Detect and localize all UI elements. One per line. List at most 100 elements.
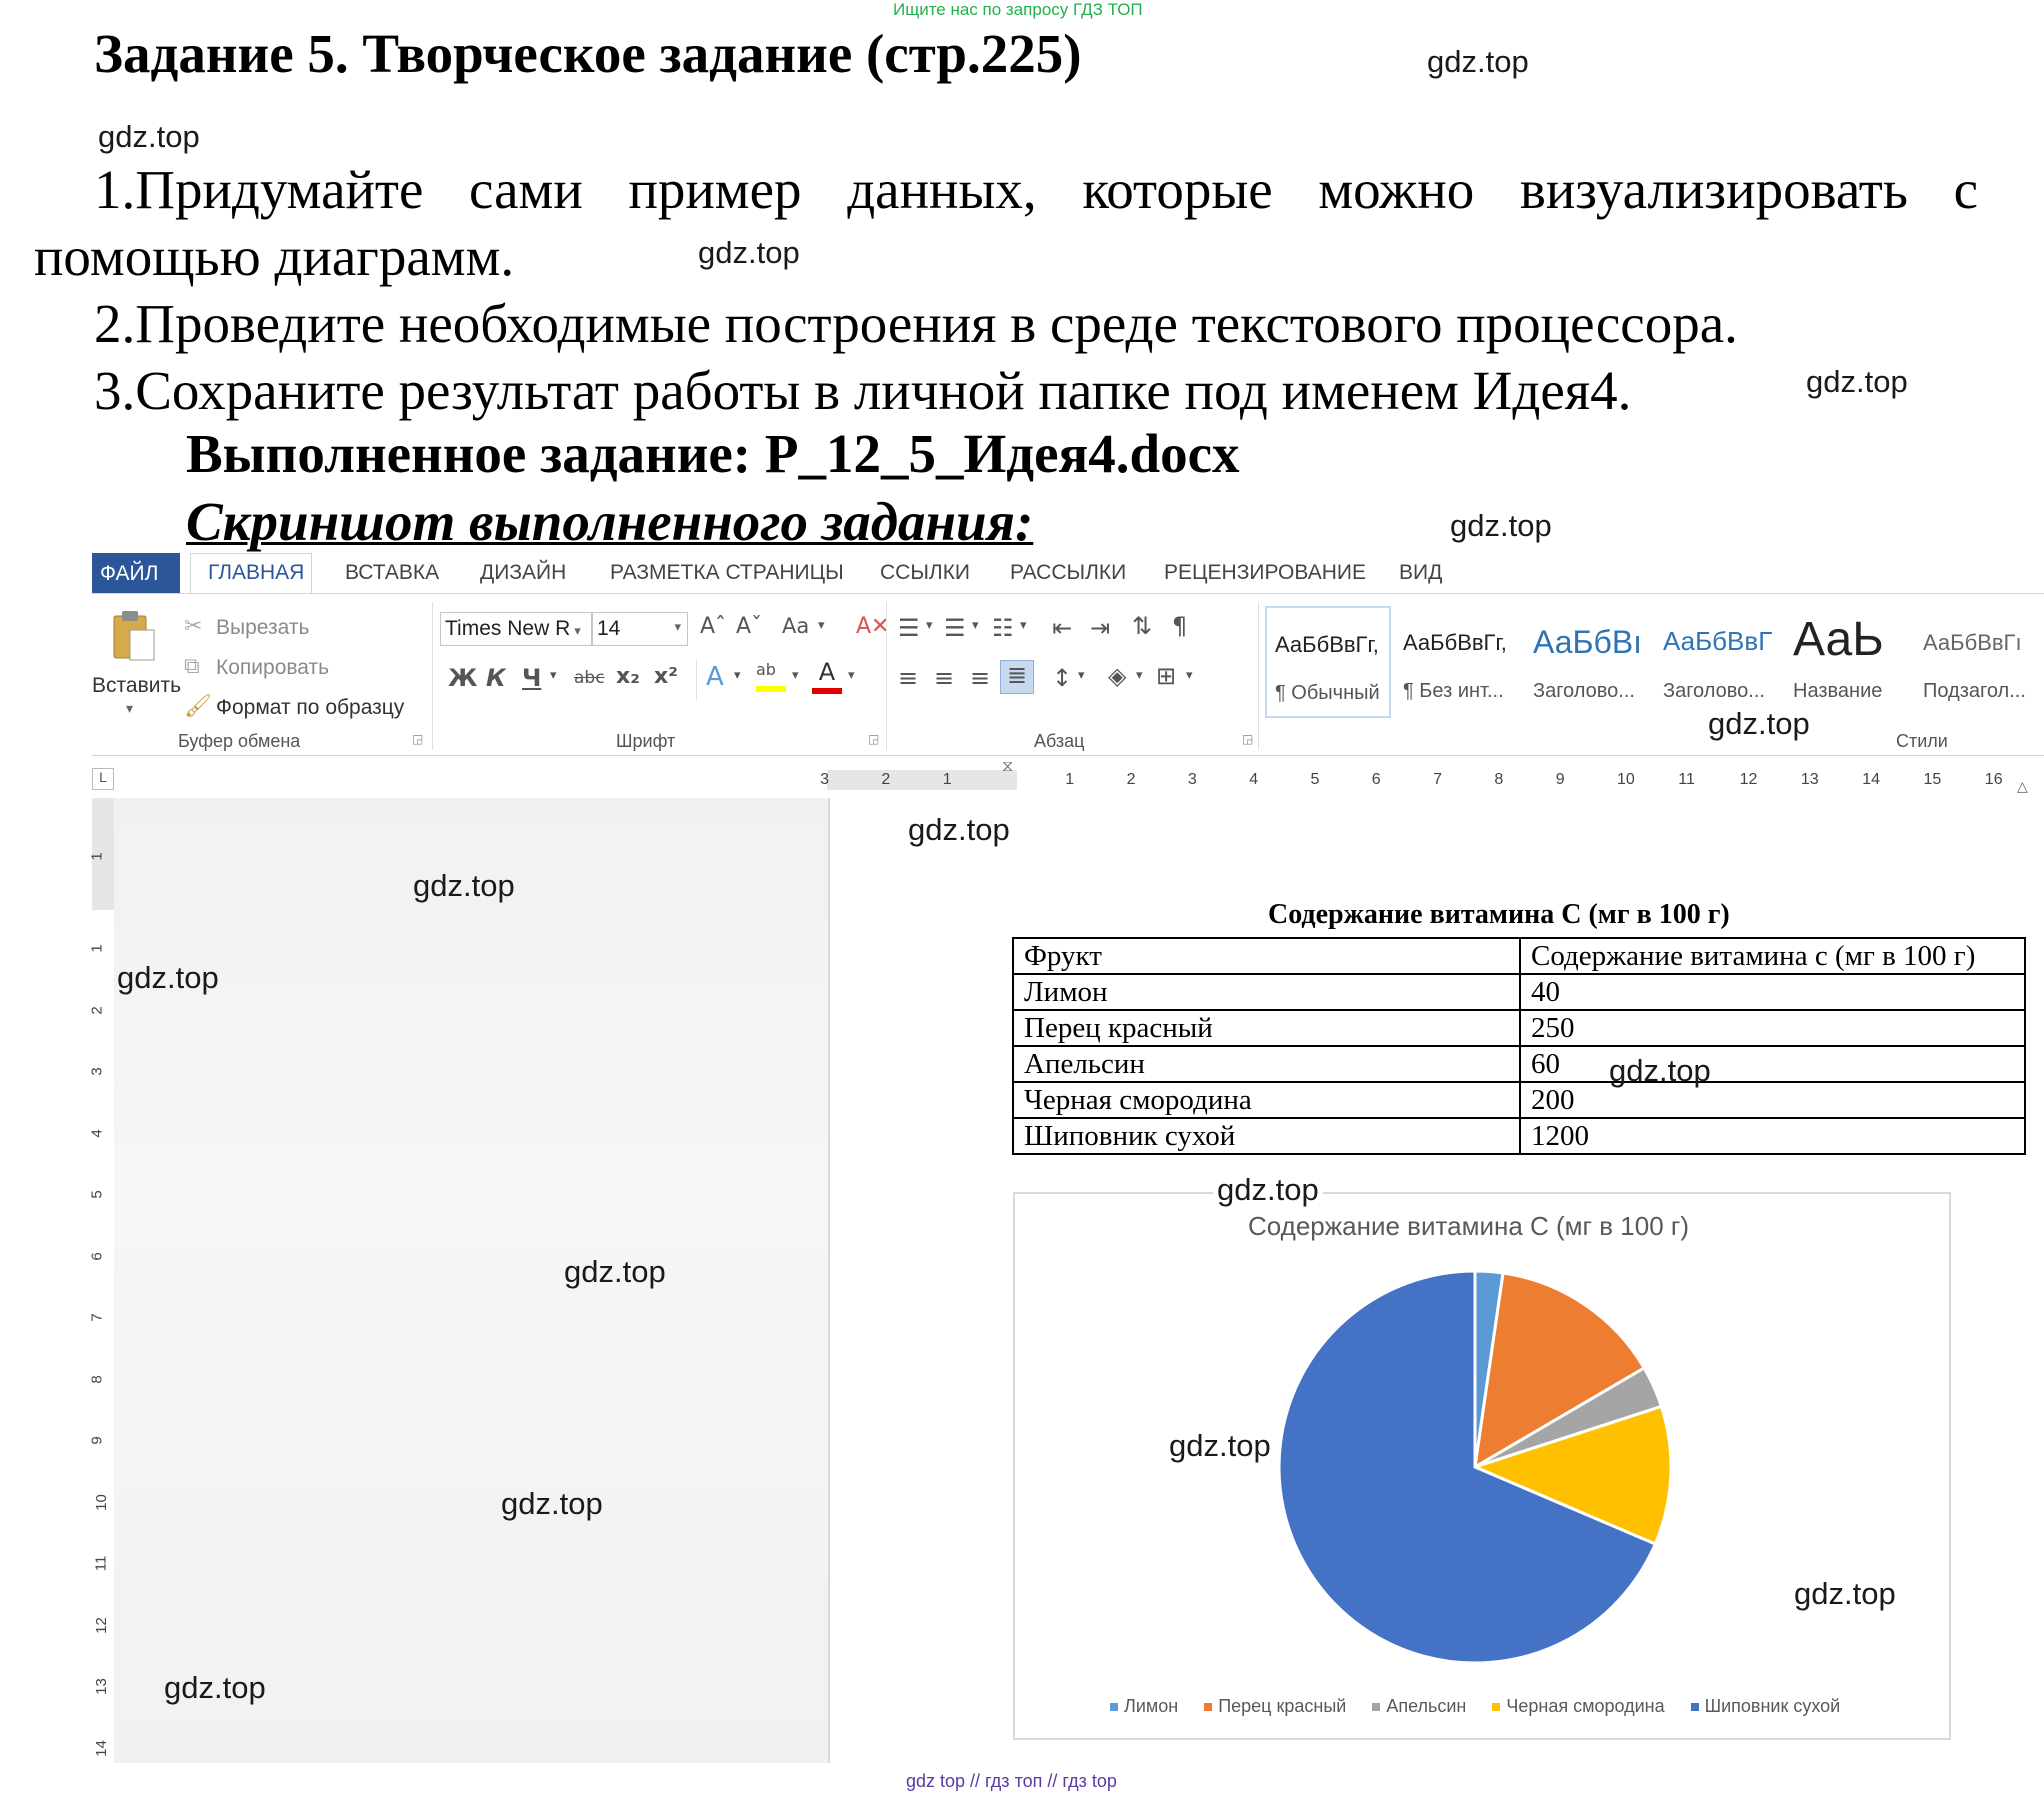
paragraph-launcher-icon[interactable]: ◲ bbox=[1242, 732, 1253, 746]
chevron-down-icon[interactable]: ▾ bbox=[1020, 618, 1027, 633]
tab-references[interactable]: ССЫЛКИ bbox=[880, 561, 970, 585]
ruler-number: 9 bbox=[1555, 771, 1565, 788]
legend-item: Апельсин bbox=[1372, 1696, 1466, 1716]
chevron-down-icon: ▾ bbox=[574, 623, 581, 638]
vertical-ruler[interactable]: 1 1 2 3 4 5 6 7 8 9 10 11 12 13 14 bbox=[88, 798, 114, 1763]
ruler-number: 11 bbox=[92, 1555, 110, 1572]
text-effects-icon[interactable]: A bbox=[706, 662, 724, 692]
chevron-down-icon[interactable]: ▾ bbox=[972, 618, 979, 633]
multilevel-list-icon[interactable]: ☷ bbox=[992, 614, 1014, 642]
italic-button[interactable]: К bbox=[486, 664, 506, 692]
table-cell: 1200 bbox=[1519, 1117, 2026, 1155]
style-heading-2[interactable]: АаБбВвГ Заголово... bbox=[1655, 606, 1781, 718]
format-painter-button[interactable]: Формат по образцу bbox=[216, 696, 404, 720]
indent-marker-icon[interactable]: ⧖ bbox=[1002, 758, 1013, 776]
font-size-select[interactable]: 14 ▾ bbox=[592, 612, 688, 646]
watermark: gdz.top bbox=[164, 1670, 266, 1705]
tab-view[interactable]: ВИД bbox=[1399, 561, 1442, 585]
paste-button[interactable]: Вставить bbox=[92, 674, 181, 698]
increase-indent-icon[interactable]: ⇥ bbox=[1090, 614, 1110, 642]
tab-review[interactable]: РЕЦЕНЗИРОВАНИЕ bbox=[1164, 561, 1366, 585]
right-indent-icon[interactable]: △ bbox=[2017, 778, 2028, 795]
strikethrough-button[interactable]: abc bbox=[574, 668, 605, 688]
format-painter-icon[interactable]: 🖌 bbox=[184, 694, 212, 719]
ruler-number: 10 bbox=[92, 1493, 110, 1511]
watermark: gdz.top bbox=[1450, 508, 1552, 543]
table-row: Черная смородина 200 bbox=[1012, 1081, 2026, 1119]
tab-layout[interactable]: РАЗМЕТКА СТРАНИЦЫ bbox=[610, 561, 844, 585]
shrink-font-icon[interactable]: Aˇ bbox=[736, 614, 762, 639]
tab-selector-icon[interactable]: L bbox=[92, 768, 114, 790]
grow-font-icon[interactable]: Aˆ bbox=[700, 614, 726, 639]
font-size-value: 14 bbox=[597, 617, 621, 640]
underline-button[interactable]: Ч bbox=[522, 664, 541, 692]
watermark: gdz.top bbox=[98, 119, 200, 154]
sort-icon[interactable]: ⇅ bbox=[1132, 612, 1152, 640]
legend-item: Шиповник сухой bbox=[1690, 1696, 1840, 1716]
pilcrow-icon[interactable]: ¶ bbox=[1172, 612, 1187, 640]
superscript-button[interactable]: x² bbox=[654, 664, 678, 689]
font-color-icon[interactable]: A bbox=[812, 658, 842, 694]
table-row: Перец красный 250 bbox=[1012, 1009, 2026, 1047]
table-cell: 200 bbox=[1519, 1081, 2026, 1119]
borders-icon[interactable]: ⊞ bbox=[1156, 662, 1176, 690]
decrease-indent-icon[interactable]: ⇤ bbox=[1052, 614, 1072, 642]
style-normal[interactable]: АаБбВвГг, ¶ Обычный bbox=[1265, 606, 1391, 718]
style-no-spacing[interactable]: АаБбВвГг, ¶ Без инт... bbox=[1395, 606, 1521, 718]
align-center-icon[interactable]: ≡ bbox=[934, 664, 954, 692]
style-title[interactable]: АаЬ Название bbox=[1785, 606, 1911, 718]
legend-label: Апельсин bbox=[1386, 1696, 1467, 1716]
ruler-number: 2 bbox=[88, 1005, 106, 1015]
style-heading-1[interactable]: АаБбВı Заголово... bbox=[1525, 606, 1651, 718]
tab-file[interactable]: ФАЙЛ bbox=[92, 553, 180, 593]
font-launcher-icon[interactable]: ◲ bbox=[868, 732, 879, 746]
tab-insert[interactable]: ВСТАВКА bbox=[345, 561, 439, 585]
chevron-down-icon[interactable]: ▾ bbox=[1186, 668, 1193, 683]
style-subtitle[interactable]: АаБбВвГı Подзагол... bbox=[1915, 606, 2041, 718]
copy-button[interactable]: Копировать bbox=[216, 656, 329, 680]
highlight-icon[interactable]: ab bbox=[756, 660, 786, 694]
watermark: gdz.top bbox=[1427, 44, 1529, 79]
chevron-down-icon[interactable]: ▾ bbox=[1136, 668, 1143, 683]
tab-home[interactable]: ГЛАВНАЯ bbox=[208, 561, 304, 585]
table-cell: 250 bbox=[1519, 1009, 2026, 1047]
line-spacing-icon[interactable]: ↕ bbox=[1052, 664, 1072, 692]
tab-mailings[interactable]: РАССЫЛКИ bbox=[1010, 561, 1126, 585]
cut-icon[interactable]: ✂ bbox=[184, 614, 202, 639]
chevron-down-icon[interactable]: ▾ bbox=[1078, 668, 1085, 683]
align-left-icon[interactable]: ≡ bbox=[898, 664, 918, 692]
table-cell: Черная смородина bbox=[1012, 1081, 1521, 1119]
align-right-icon[interactable]: ≡ bbox=[970, 664, 990, 692]
chevron-down-icon[interactable]: ▾ bbox=[926, 618, 933, 633]
chevron-down-icon[interactable]: ▾ bbox=[848, 668, 855, 683]
tab-design[interactable]: ДИЗАЙН bbox=[480, 561, 566, 585]
document-background bbox=[114, 798, 828, 1763]
style-sample: АаБбВı bbox=[1533, 624, 1643, 660]
numbering-icon[interactable]: ☰ bbox=[944, 614, 966, 642]
ruler-number: 2 bbox=[881, 771, 891, 788]
style-sample: АаБбВвГı bbox=[1923, 630, 2022, 655]
divider bbox=[696, 660, 697, 700]
subscript-button[interactable]: x₂ bbox=[616, 664, 640, 689]
copy-icon[interactable]: ⧉ bbox=[184, 654, 200, 679]
ruler-number: 14 bbox=[92, 1739, 110, 1757]
chevron-down-icon[interactable]: ▾ bbox=[792, 668, 799, 683]
cut-button[interactable]: Вырезать bbox=[216, 616, 309, 640]
paste-icon[interactable] bbox=[110, 608, 156, 662]
bullets-icon[interactable]: ☰ bbox=[898, 614, 920, 642]
justify-icon[interactable]: ≣ bbox=[1000, 660, 1034, 694]
change-case-button[interactable]: Aa bbox=[782, 614, 809, 638]
chevron-down-icon[interactable]: ▾ bbox=[818, 618, 825, 633]
pie-chart[interactable] bbox=[1270, 1262, 1680, 1672]
bold-button[interactable]: Ж bbox=[448, 664, 477, 692]
table-header-cell: Фрукт bbox=[1012, 937, 1521, 975]
horizontal-ruler[interactable]: L 3 2 1 1 2 3 4 5 6 7 8 9 10 11 12 13 14 15 16 ⧖ △ bbox=[92, 758, 2044, 798]
clipboard-launcher-icon[interactable]: ◲ bbox=[412, 732, 423, 746]
font-family-select[interactable]: Times New R ▾ bbox=[440, 612, 592, 646]
clear-formatting-icon[interactable]: A✕ bbox=[856, 614, 889, 639]
shading-icon[interactable]: ◈ bbox=[1108, 662, 1126, 690]
paste-dropdown-icon[interactable]: ▾ bbox=[126, 700, 133, 717]
chevron-down-icon[interactable]: ▾ bbox=[734, 668, 741, 683]
table-cell: 60 bbox=[1519, 1045, 2026, 1083]
chevron-down-icon[interactable]: ▾ bbox=[550, 668, 557, 683]
